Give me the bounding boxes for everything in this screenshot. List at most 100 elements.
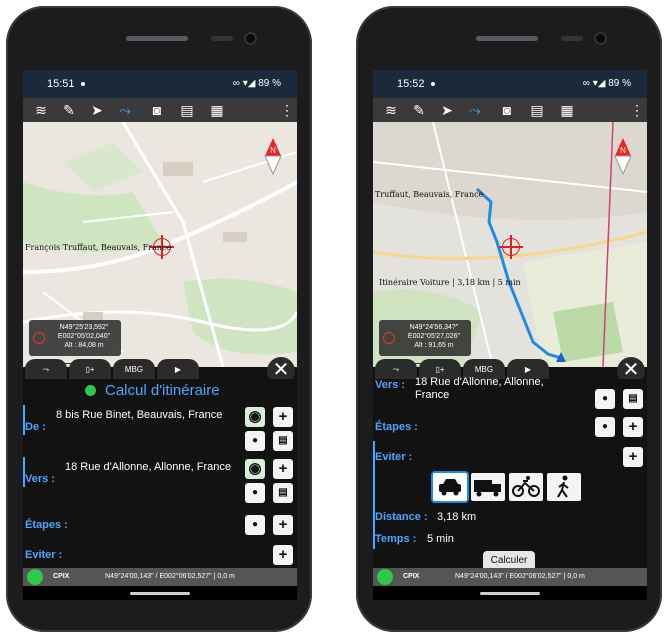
add-avoid-button[interactable]: + — [623, 447, 643, 467]
coord-lon: E002°05'02,040" — [57, 333, 111, 340]
toolbar: ≋ ✎ ➤ ⤳ ◙ ▤ ▦ ⋮ — [373, 98, 647, 122]
distance-value: 3,18 km — [437, 511, 477, 523]
map-view[interactable]: N François Truffaut, Beauvais, France N4… — [23, 122, 297, 367]
notification-dot — [431, 82, 435, 86]
mapbook-icon[interactable]: ▤ — [527, 100, 547, 120]
pointer-icon[interactable]: ➤ — [87, 100, 107, 120]
coord-alt: Alt : 91,65 m — [414, 342, 454, 349]
from-value[interactable]: 8 bis Rue Binet, Beauvais, France — [56, 409, 226, 422]
panel-tabs: ⤳ ▯+ MBG ▶ — [23, 359, 297, 381]
place-label: Truffaut, Beauvais, France — [375, 190, 484, 199]
compass-label: N — [270, 146, 276, 155]
gps-from-button[interactable]: ◉ — [245, 407, 265, 427]
tab-route[interactable]: ⤳ — [375, 359, 417, 381]
toolbar: ≋ ✎ ➤ ⤳ ◙ ▤ ▦ ⋮ — [23, 98, 297, 122]
map-from-button[interactable]: ▤ — [273, 431, 293, 451]
compass-icon[interactable]: N — [261, 136, 285, 176]
mapbook-icon[interactable]: ▤ — [177, 100, 197, 120]
from-label: De : — [25, 421, 46, 433]
coord-lat: N49°25'23,592" — [59, 324, 109, 331]
front-camera — [244, 32, 257, 45]
route-panel: Calcul d'itinéraire De : 8 bis Rue Binet… — [23, 379, 297, 579]
map-to-button[interactable]: ▤ — [273, 483, 293, 503]
brand-label: CPIX — [403, 573, 420, 580]
target-icon — [33, 332, 45, 344]
status-bar: 15:52 ∞ ▾◢ 89 % — [373, 70, 647, 98]
distance-label: Distance : — [375, 511, 428, 523]
grid-icon[interactable]: ▦ — [557, 100, 577, 120]
place-label: François Truffaut, Beauvais, France — [25, 243, 172, 252]
camera-icon[interactable]: ◙ — [147, 100, 167, 120]
compass-icon[interactable]: N — [611, 136, 635, 176]
coord-box: N49°24'56,34?" E002°05'27,026" Alt : 91,… — [379, 320, 471, 356]
add-avoid-button[interactable]: + — [273, 545, 293, 565]
add-from-button[interactable]: + — [273, 407, 293, 427]
menu-icon[interactable]: ⋮ — [277, 100, 297, 120]
battery-level: 89 % — [258, 78, 281, 89]
target-icon — [383, 332, 395, 344]
route-icon[interactable]: ⤳ — [115, 100, 135, 120]
pencil-icon[interactable]: ✎ — [409, 100, 429, 120]
gps-to-button[interactable]: ◉ — [245, 459, 265, 479]
route-panel: Vers : 18 Rue d'Allonne, Allonne, France… — [373, 376, 647, 572]
cpix-logo-icon — [27, 569, 43, 585]
panel-title: Calcul d'itinéraire — [105, 382, 220, 399]
bottom-bar: CPIX N49°24'00,143" / E002°06'02,527" | … — [373, 568, 647, 586]
to-value[interactable]: 18 Rue d'Allonne, Allonne, France — [415, 376, 565, 402]
grid-icon[interactable]: ▦ — [207, 100, 227, 120]
compass-label: N — [620, 146, 626, 155]
layers-icon[interactable]: ≋ — [381, 100, 401, 120]
pointer-icon[interactable]: ➤ — [437, 100, 457, 120]
to-label: Vers : — [375, 379, 405, 391]
truck-icon — [474, 480, 501, 497]
camera-icon[interactable]: ◙ — [497, 100, 517, 120]
battery-level: 89 % — [608, 78, 631, 89]
pin-from-button[interactable]: ● — [245, 431, 265, 451]
menu-icon[interactable]: ⋮ — [627, 100, 647, 120]
steps-label: Étapes : — [25, 519, 68, 531]
sensor — [211, 36, 233, 41]
add-step-button[interactable]: + — [623, 417, 643, 437]
mode-car-button[interactable] — [433, 473, 467, 501]
bottom-coords: N49°24'00,143" / E002°06'02,527" | 0,0 m — [105, 573, 235, 580]
phone-right: 15:52 ∞ ▾◢ 89 % ≋ ✎ ➤ ⤳ ◙ ▤ ▦ ⋮ N Truffa… — [356, 6, 662, 632]
walk-icon — [557, 475, 569, 498]
mode-truck-button[interactable] — [471, 473, 505, 501]
to-value[interactable]: 18 Rue d'Allonne, Allonne, France — [65, 461, 235, 474]
home-bar[interactable] — [373, 586, 647, 600]
pin-to-button[interactable]: ● — [595, 389, 615, 409]
tab-mbg[interactable]: MBG — [113, 359, 155, 381]
route-icon[interactable]: ⤳ — [465, 100, 485, 120]
pin-step-button[interactable]: ● — [595, 417, 615, 437]
add-to-button[interactable]: + — [273, 459, 293, 479]
tab-video[interactable]: ▶ — [157, 359, 199, 381]
map-to-button[interactable]: ▤ — [623, 389, 643, 409]
brand-label: CPIX — [53, 573, 70, 580]
route-summary-label: Itinéraire Voiture | 3,18 km | 5 min — [379, 278, 521, 287]
bottom-coords: N49°24'00,143" / E002°06'02,527" | 0,0 m — [455, 573, 585, 580]
notification-dot — [81, 82, 85, 86]
tab-route[interactable]: ⤳ — [25, 359, 67, 381]
crosshair-icon — [499, 235, 523, 259]
cpix-logo-icon — [377, 569, 393, 585]
car-icon — [439, 479, 461, 496]
coord-lon: E002°05'27,026" — [407, 333, 461, 340]
avoid-label: Eviter : — [25, 549, 63, 561]
pencil-icon[interactable]: ✎ — [59, 100, 79, 120]
mode-bike-button[interactable] — [509, 473, 543, 501]
layers-icon[interactable]: ≋ — [31, 100, 51, 120]
screen: 15:51 ∞ ▾◢ 89 % ≋ ✎ ➤ ⤳ ◙ ▤ ▦ ⋮ N Franço… — [23, 70, 297, 600]
time-value: 5 min — [427, 533, 454, 545]
mode-walk-button[interactable] — [547, 473, 581, 501]
coord-alt: Alt : 84,08 m — [64, 342, 104, 349]
add-step-button[interactable]: + — [273, 515, 293, 535]
steps-label: Étapes : — [375, 421, 418, 433]
front-camera — [594, 32, 607, 45]
coord-box: N49°25'23,592" E002°05'02,040" Alt : 84,… — [29, 320, 121, 356]
home-bar[interactable] — [23, 586, 297, 600]
map-view[interactable]: N Truffaut, Beauvais, France Itinéraire … — [373, 122, 647, 367]
time-label: Temps : — [375, 533, 417, 545]
pin-step-button[interactable]: ● — [245, 515, 265, 535]
tab-gps-add[interactable]: ▯+ — [69, 359, 111, 381]
pin-to-button[interactable]: ● — [245, 483, 265, 503]
